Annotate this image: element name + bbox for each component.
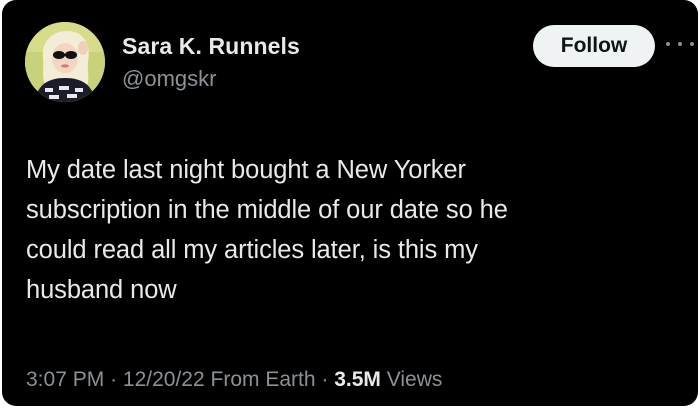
tweet-meta: 3:07 PM · 12/20/22 From Earth · 3.5M Vie… [26, 368, 442, 392]
more-horizontal-icon[interactable] [666, 38, 694, 50]
views-count[interactable]: 3.5M [334, 368, 381, 391]
more-dot [678, 42, 682, 46]
author-handle[interactable]: @omgskr [122, 66, 216, 92]
tweet-card: Sara K. Runnels @omgskr Follow My date l… [2, 0, 698, 406]
more-dot [690, 42, 694, 46]
tweet-text: My date last night bought a New Yorker s… [26, 156, 508, 304]
more-dot [666, 42, 670, 46]
meta-separator: · [110, 368, 118, 391]
meta-separator: · [321, 368, 329, 391]
follow-button[interactable]: Follow [533, 25, 655, 67]
tweet-time[interactable]: 3:07 PM [26, 368, 104, 391]
views-label: Views [386, 368, 443, 391]
tweet-date[interactable]: 12/20/22 [123, 368, 205, 391]
avatar-image [25, 22, 105, 102]
tweet-source: From Earth [210, 368, 316, 391]
author-name[interactable]: Sara K. Runnels [122, 33, 300, 60]
avatar[interactable] [25, 22, 105, 102]
screenshot-frame: Sara K. Runnels @omgskr Follow My date l… [0, 0, 700, 408]
